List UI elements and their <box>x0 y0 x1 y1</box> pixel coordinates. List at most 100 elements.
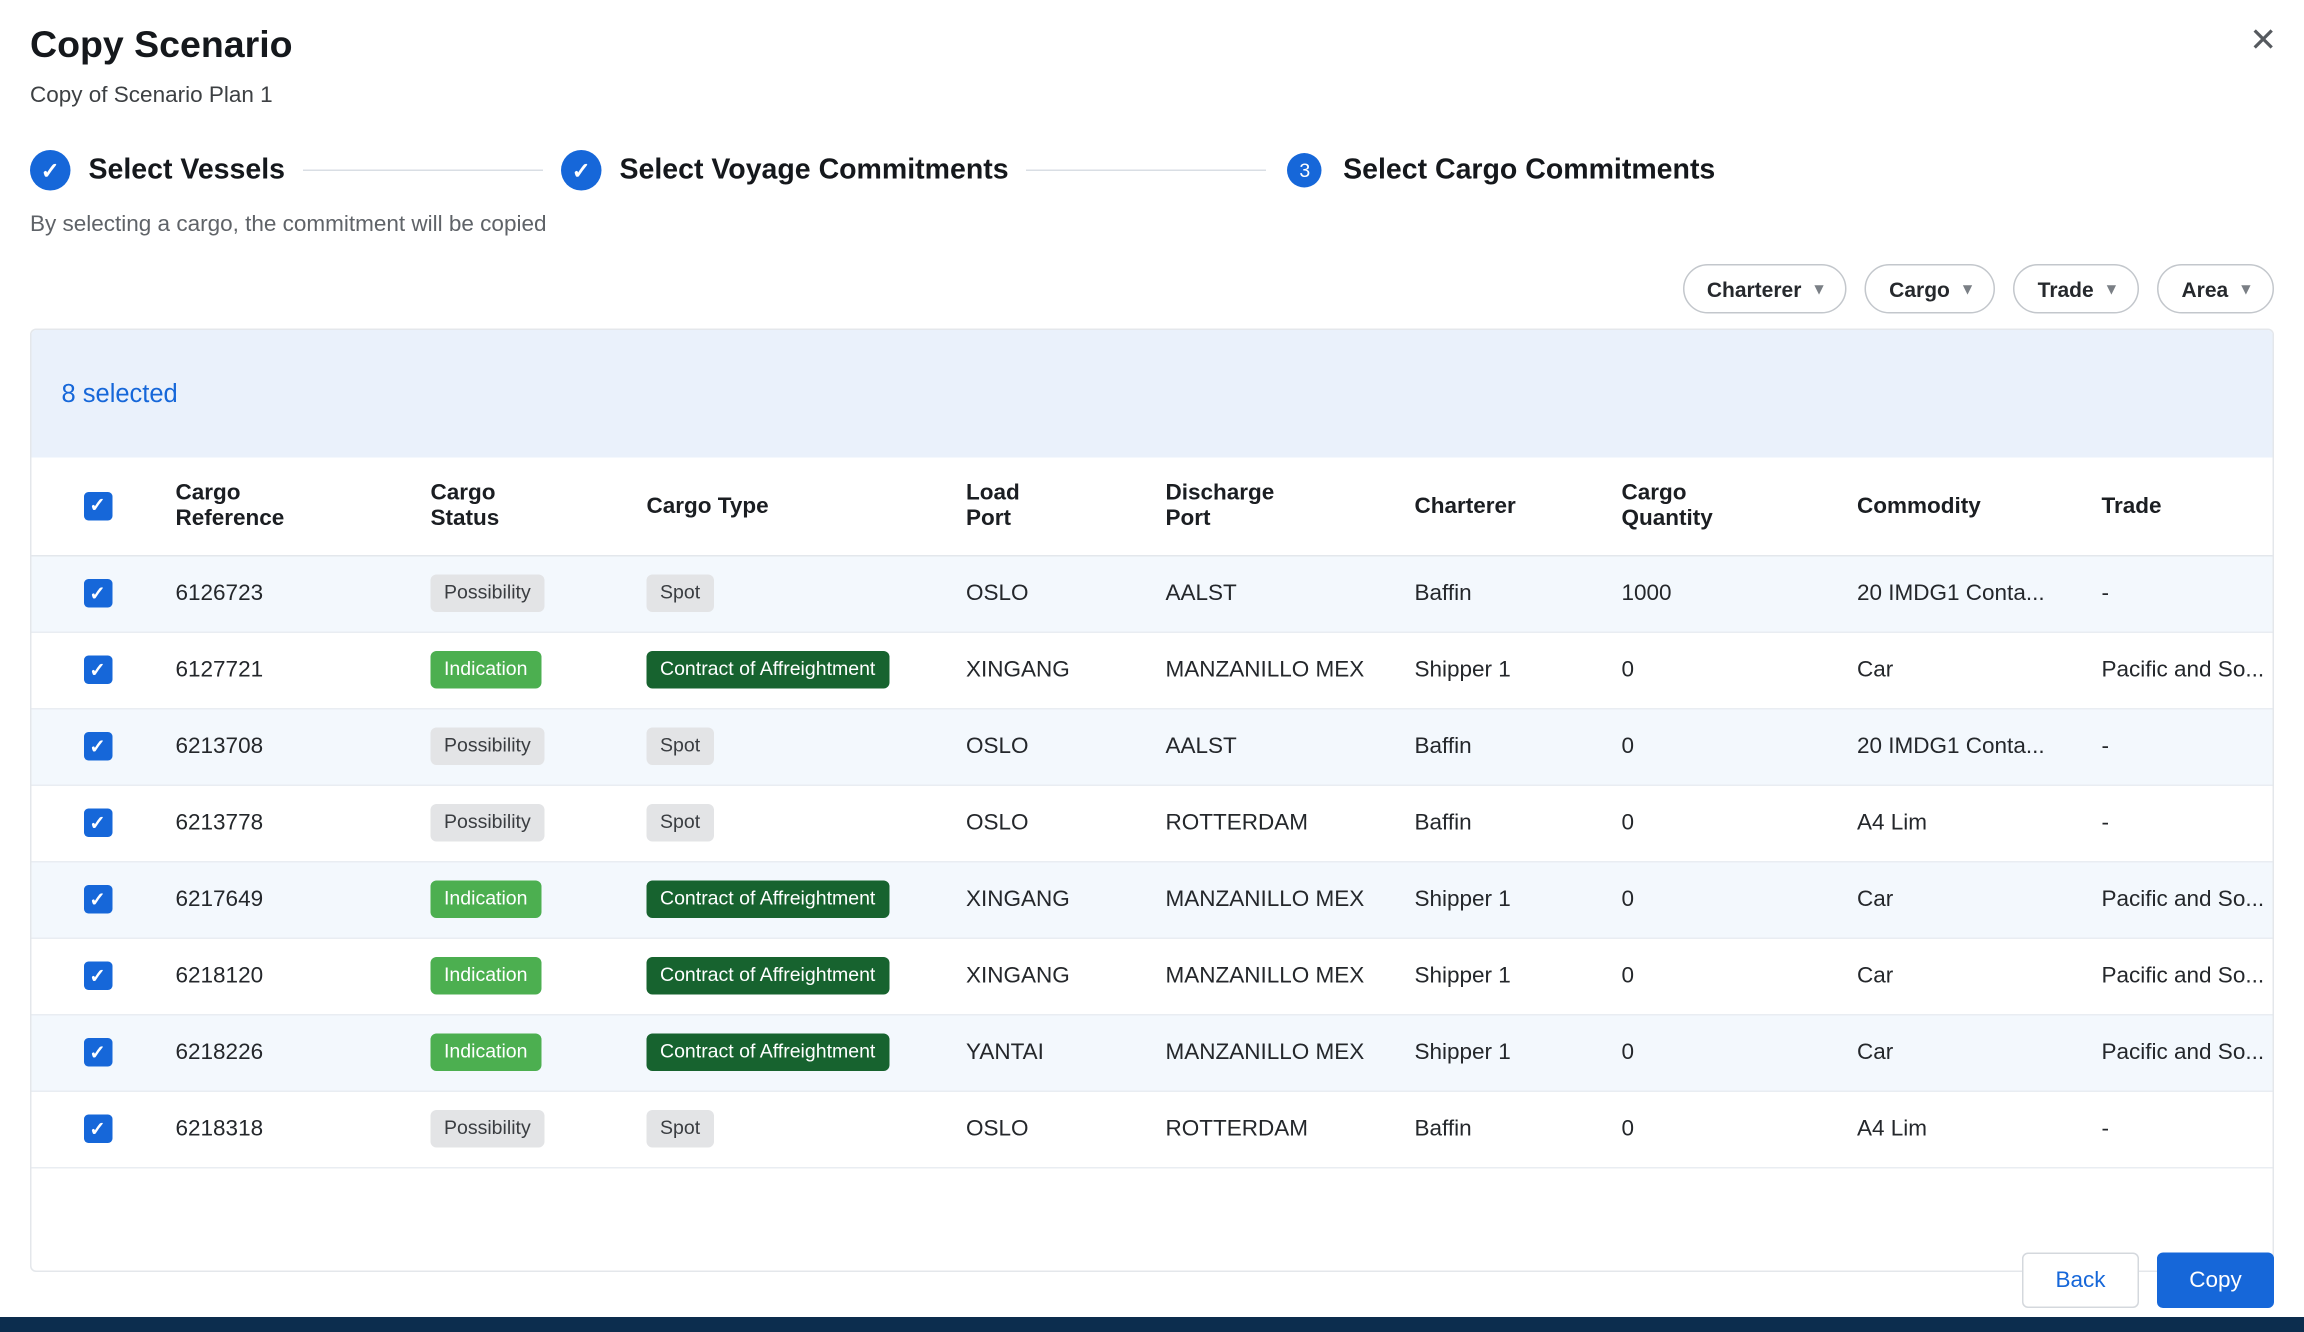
table-row[interactable]: ✓ 6218226 Indication Contract of Affreightm… <box>32 1014 2275 1091</box>
cell-cargo-status: Possibility <box>419 1091 635 1168</box>
cell-commodity: 20 IMDG1 Conta... <box>1845 555 2090 632</box>
row-checkbox[interactable]: ✓ <box>83 656 112 685</box>
cargo-type-badge: Contract of Affreightment <box>647 1034 889 1071</box>
row-checkbox[interactable]: ✓ <box>83 579 112 608</box>
page-title: Copy Scenario <box>30 24 2274 68</box>
app-bottom-bar <box>0 1317 2304 1332</box>
cell-load-port: OSLO <box>954 785 1154 862</box>
row-checkbox[interactable]: ✓ <box>83 732 112 761</box>
stepper-step-select-voyage-commitments[interactable]: ✓Select Voyage Commitments <box>561 150 1009 191</box>
row-checkbox-cell: ✓ <box>32 861 164 938</box>
cargo-status-badge: Indication <box>431 957 541 994</box>
row-checkbox[interactable]: ✓ <box>83 1038 112 1067</box>
cell-trade: - <box>2090 785 2275 862</box>
table-row[interactable]: ✓6218120IndicationContract of Affreightm… <box>32 938 2275 1015</box>
cell-load-port: XINGANG <box>954 938 1154 1015</box>
cell-cargo-status: Possibility <box>419 708 635 785</box>
cell-commodity: A4 Lim <box>1845 1091 2090 1168</box>
cell-cargo-quantity: 0 <box>1610 1014 1846 1091</box>
cargo-status-badge: Possibility <box>431 1110 545 1147</box>
column-header-cargo-quantity: Cargo Quantity <box>1610 458 1846 556</box>
cell-charterer: Baffin <box>1403 1091 1610 1168</box>
cell-cargo-quantity: 0 <box>1610 785 1846 862</box>
cell-charterer: Shipper 1 <box>1403 861 1610 938</box>
cell-cargo-reference: 6127721 <box>164 632 419 709</box>
cell-trade: - <box>2090 708 2275 785</box>
filter-cargo[interactable]: Cargo▾ <box>1865 264 1995 314</box>
row-checkbox[interactable]: ✓ <box>83 962 112 991</box>
row-checkbox[interactable]: ✓ <box>83 1115 112 1144</box>
cell-charterer: Baffin <box>1403 708 1610 785</box>
cell-cargo-reference: 6218226 <box>164 1014 419 1091</box>
cargo-table: ✓Cargo ReferenceCargo StatusCargo TypeLo… <box>32 458 2275 1168</box>
row-checkbox[interactable]: ✓ <box>83 809 112 838</box>
copy-button[interactable]: Copy <box>2157 1253 2274 1309</box>
column-header-charterer: Charterer <box>1403 458 1610 556</box>
cell-trade: - <box>2090 1091 2275 1168</box>
cell-charterer: Baffin <box>1403 785 1610 862</box>
step-label: Select Vessels <box>89 154 286 187</box>
step-number-badge: 3 <box>1288 153 1323 188</box>
stepper-step-select-vessels[interactable]: ✓Select Vessels <box>30 150 285 191</box>
stepper-connector <box>303 170 543 172</box>
table-row[interactable]: ✓ 6127721 Indication Contract of Affreightm… <box>32 632 2275 709</box>
cell-cargo-status: Possibility <box>419 555 635 632</box>
cell-cargo-quantity: 1000 <box>1610 555 1846 632</box>
select-all-checkbox[interactable]: ✓ <box>83 492 112 521</box>
cell-commodity: Car <box>1845 938 2090 1015</box>
copy-scenario-modal: Copy Scenario Copy of Scenario Plan 1 ✕ … <box>0 0 2304 1332</box>
table-row[interactable]: ✓6218318PossibilitySpotOSLOROTTERDAMBaff… <box>32 1091 2275 1168</box>
cell-load-port: OSLO <box>954 555 1154 632</box>
column-header-cargo-type: Cargo Type <box>635 458 955 556</box>
cell-cargo-status: Indication <box>419 861 635 938</box>
cell-commodity: 20 IMDG1 Conta... <box>1845 708 2090 785</box>
cell-cargo-type: Contract of Affreightment <box>635 632 955 709</box>
cargo-status-badge: Indication <box>431 1034 541 1071</box>
cell-discharge-port: MANZANILLO MEX <box>1154 632 1403 709</box>
cell-discharge-port: AALST <box>1154 555 1403 632</box>
filter-trade[interactable]: Trade▾ <box>2014 264 2140 314</box>
table-row[interactable]: ✓6217649IndicationContract of Affreightm… <box>32 861 2275 938</box>
table-row[interactable]: ✓6126723PossibilitySpotOSLOAALSTBaffin10… <box>32 555 2275 632</box>
cell-cargo-type: Spot <box>635 1091 955 1168</box>
close-icon[interactable]: ✕ <box>2243 18 2283 63</box>
cell-cargo-type: Spot <box>635 555 955 632</box>
back-button[interactable]: Back <box>2022 1253 2139 1309</box>
row-checkbox-cell: ✓ <box>32 708 164 785</box>
cell-charterer: Shipper 1 <box>1403 1014 1610 1091</box>
cargo-type-badge: Contract of Affreightment <box>647 881 889 918</box>
modal-subtitle: Copy of Scenario Plan 1 <box>30 83 2274 109</box>
cell-trade: Pacific and So... <box>2090 632 2275 709</box>
cell-commodity: A4 Lim <box>1845 785 2090 862</box>
filter-area[interactable]: Area▾ <box>2157 264 2274 314</box>
cell-discharge-port: ROTTERDAM <box>1154 1091 1403 1168</box>
filter-label: Cargo <box>1889 277 1950 301</box>
row-checkbox-cell: ✓ <box>32 938 164 1015</box>
cell-discharge-port: MANZANILLO MEX <box>1154 1014 1403 1091</box>
cargo-type-badge: Contract of Affreightment <box>647 651 889 688</box>
filter-charterer[interactable]: Charterer▾ <box>1683 264 1847 314</box>
stepper-caption: By selecting a cargo, the commitment wil… <box>30 212 2274 238</box>
stepper-step-select-cargo-commitments[interactable]: 3Select Cargo Commitments <box>1285 153 1716 188</box>
table-row[interactable]: ✓6213778PossibilitySpotOSLOROTTERDAMBaff… <box>32 785 2275 862</box>
stepper-connector <box>1027 170 1267 172</box>
modal-header: Copy Scenario Copy of Scenario Plan 1 ✕ <box>0 0 2304 108</box>
row-checkbox-cell: ✓ <box>32 785 164 862</box>
cargo-type-badge: Spot <box>647 575 714 612</box>
filter-bar: Charterer▾ Cargo▾ Trade▾ Area▾ <box>30 264 2274 314</box>
select-all-cell: ✓ <box>32 458 164 556</box>
column-header-commodity: Commodity <box>1845 458 2090 556</box>
row-checkbox[interactable]: ✓ <box>83 885 112 914</box>
column-header-trade: Trade <box>2090 458 2275 556</box>
cell-cargo-reference: 6218120 <box>164 938 419 1015</box>
table-row[interactable]: ✓6213708PossibilitySpotOSLOAALSTBaffin02… <box>32 708 2275 785</box>
cell-cargo-reference: 6213778 <box>164 785 419 862</box>
cargo-status-badge: Indication <box>431 651 541 688</box>
cell-cargo-reference: 6213708 <box>164 708 419 785</box>
cell-trade: Pacific and So... <box>2090 938 2275 1015</box>
cargo-status-badge: Possibility <box>431 575 545 612</box>
cell-discharge-port: AALST <box>1154 708 1403 785</box>
cell-cargo-type: Contract of Affreightment <box>635 1014 955 1091</box>
cell-trade: - <box>2090 555 2275 632</box>
cell-charterer: Baffin <box>1403 555 1610 632</box>
